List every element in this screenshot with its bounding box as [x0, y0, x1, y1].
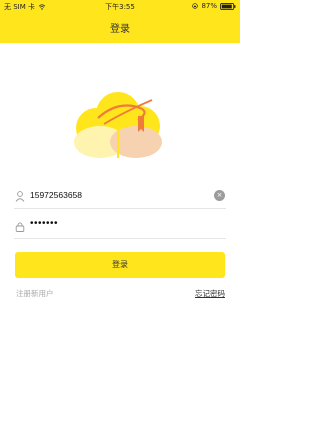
- login-button[interactable]: 登录: [15, 252, 225, 278]
- lock-icon: [15, 222, 25, 232]
- user-icon: [15, 191, 25, 202]
- register-link[interactable]: 注册新用户: [16, 288, 54, 299]
- password-input[interactable]: •••••••: [30, 218, 58, 229]
- app-logo: [74, 92, 162, 158]
- phone-input[interactable]: 15972563658: [30, 190, 82, 200]
- header: 无 SIM 卡 下午3:55 87% 登录: [0, 0, 240, 43]
- forgot-password-link[interactable]: 忘记密码: [195, 288, 225, 299]
- clear-icon[interactable]: ×: [214, 190, 225, 201]
- battery-percent: 87%: [201, 2, 217, 10]
- phone-field[interactable]: 15972563658 ×: [14, 186, 226, 209]
- page-title: 登录: [110, 24, 130, 35]
- password-field[interactable]: •••••••: [14, 216, 226, 239]
- rotation-lock-icon: [192, 3, 199, 9]
- battery-icon: [220, 2, 236, 10]
- status-bar: 无 SIM 卡 下午3:55 87%: [0, 0, 240, 14]
- battery-group: 87%: [192, 2, 236, 10]
